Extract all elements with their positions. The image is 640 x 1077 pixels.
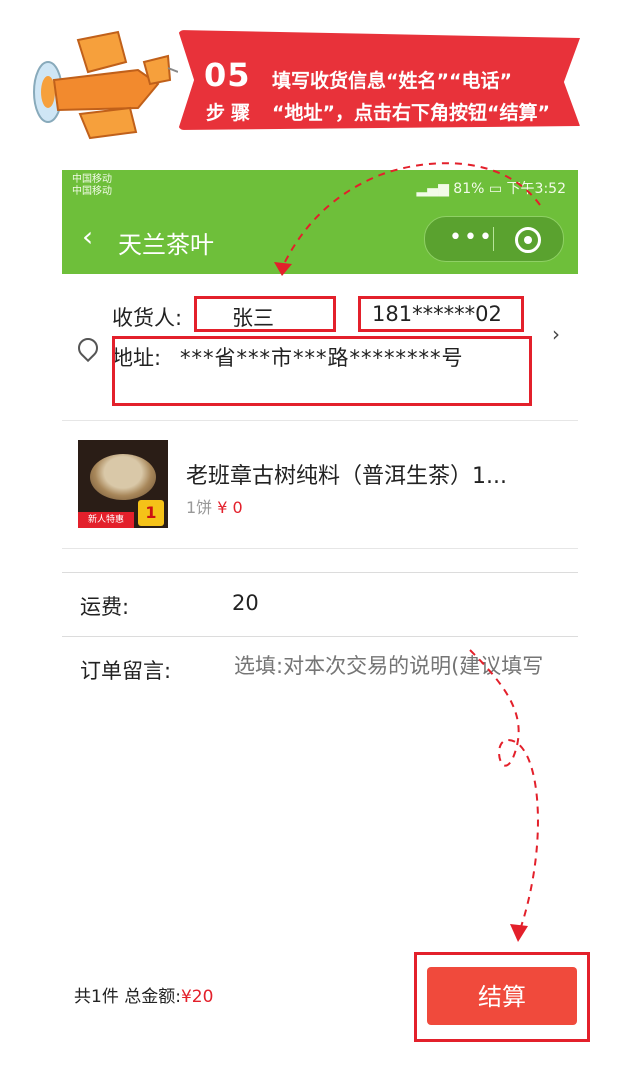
- highlight-name-box: [194, 296, 336, 332]
- product-image: 新人特惠 1: [78, 440, 168, 528]
- count-badge: 1: [138, 500, 164, 526]
- tea-cake-image: [90, 454, 156, 500]
- order-total: 共1件 总金额:¥20: [74, 982, 213, 1007]
- page-title: 天兰茶叶: [118, 231, 214, 259]
- address-card[interactable]: 收货人: 张三 181******02 地址: ***省***市***路****…: [62, 274, 578, 421]
- product-meta: 1饼 ¥ 0: [186, 494, 243, 518]
- back-icon[interactable]: ‹: [82, 220, 93, 253]
- step-word: 步骤: [206, 102, 257, 124]
- battery-icon: ▭: [488, 181, 507, 197]
- carrier-2: 中国移动: [72, 186, 112, 197]
- app-header: ‹ 天兰茶叶 •••: [62, 204, 578, 274]
- note-label: 订单留言:: [80, 659, 172, 683]
- product-quantity: 1饼: [186, 498, 213, 517]
- order-note-input[interactable]: [232, 653, 566, 679]
- carrier-info: 中国移动 中国移动: [72, 174, 112, 198]
- receiver-label: 收货人:: [112, 306, 183, 330]
- checkout-button[interactable]: 结算: [427, 967, 577, 1025]
- chevron-right-icon[interactable]: ›: [552, 322, 560, 346]
- location-pin-icon: [73, 333, 103, 363]
- highlight-checkout-box: 结算: [414, 952, 590, 1042]
- total-prefix: 共1件 总金额:: [74, 987, 181, 1007]
- signal-icon: ▂▄▆: [416, 181, 454, 197]
- new-user-badge: 新人特惠: [78, 512, 134, 528]
- carrier-1: 中国移动: [72, 174, 112, 185]
- highlight-phone-box: [358, 296, 524, 332]
- shipping-label: 运费:: [80, 595, 130, 619]
- step-instruction-line2: “地址”，点击右下角按钮“结算”: [272, 102, 550, 124]
- status-bar: 中国移动 中国移动 ▂▄▆ 81% ▭ 下午3:52: [62, 170, 578, 204]
- shipping-row: 运费: 20: [62, 572, 578, 637]
- capsule-divider: [493, 227, 494, 251]
- total-amount: ¥20: [180, 987, 214, 1007]
- step-instruction-line1: 填写收货信息“姓名”“电话”: [272, 70, 512, 92]
- more-icon[interactable]: •••: [449, 225, 494, 250]
- step-number: 05: [204, 56, 251, 94]
- bottom-arrow-head: [510, 924, 528, 942]
- status-time: 下午3:52: [506, 181, 566, 197]
- capsule-menu: •••: [424, 216, 564, 262]
- product-title: 老班章古树纯料（普洱生茶）1...: [186, 464, 507, 489]
- airplane-icon: [33, 30, 178, 140]
- note-row: 订单留言:: [62, 636, 578, 701]
- close-target-icon[interactable]: [515, 227, 541, 253]
- tutorial-banner: 05 步骤 填写收货信息“姓名”“电话” “地址”，点击右下角按钮“结算”: [0, 0, 640, 150]
- shipping-value: 20: [232, 591, 259, 615]
- product-price: ¥ 0: [217, 498, 243, 517]
- status-right: ▂▄▆ 81% ▭ 下午3:52: [417, 178, 566, 198]
- battery-level: 81%: [453, 181, 485, 197]
- product-item[interactable]: 新人特惠 1 老班章古树纯料（普洱生茶）1... 1饼 ¥ 0: [62, 420, 578, 549]
- highlight-address-box: [112, 336, 532, 406]
